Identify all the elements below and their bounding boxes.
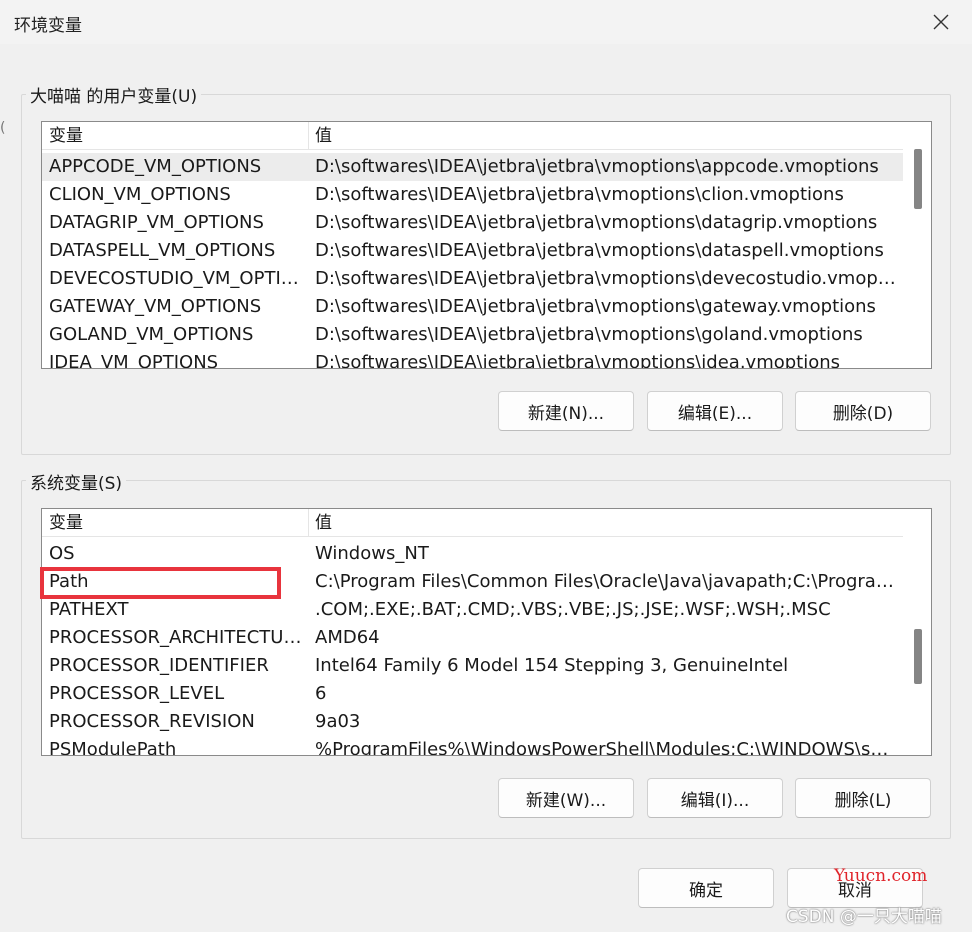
user-new-button[interactable]: 新建(N)... bbox=[498, 391, 634, 431]
variable-value: Intel64 Family 6 Model 154 Stepping 3, G… bbox=[315, 655, 789, 676]
variable-value: C:\Program Files\Common Files\Oracle\Jav… bbox=[315, 571, 897, 592]
table-row[interactable]: DEVECOSTUDIO_VM_OPTIO... D:\softwares\ID… bbox=[42, 265, 903, 293]
variable-value: .COM;.EXE;.BAT;.CMD;.VBS;.VBE;.JS;.JSE;.… bbox=[315, 599, 831, 620]
column-header-value[interactable]: 值 bbox=[308, 122, 903, 150]
close-button[interactable] bbox=[924, 8, 958, 36]
system-variables-label: 系统变量(S) bbox=[26, 469, 127, 494]
variable-name: OS bbox=[49, 543, 75, 564]
list-header: 变量 值 bbox=[42, 122, 903, 150]
column-header-variable[interactable]: 变量 bbox=[42, 509, 308, 537]
variable-name: DATAGRIP_VM_OPTIONS bbox=[49, 212, 264, 233]
variable-value: D:\softwares\IDEA\jetbra\jetbra\vmoption… bbox=[315, 184, 844, 205]
ok-button[interactable]: 确定 bbox=[638, 868, 774, 908]
variable-name: APPCODE_VM_OPTIONS bbox=[49, 156, 262, 177]
vertical-scrollbar[interactable] bbox=[903, 509, 931, 755]
vertical-scrollbar[interactable] bbox=[903, 122, 931, 368]
variable-name: PROCESSOR_ARCHITECTURE bbox=[49, 627, 307, 648]
table-row[interactable]: CLION_VM_OPTIONS D:\softwares\IDEA\jetbr… bbox=[42, 181, 903, 209]
table-row[interactable]: OS Windows_NT bbox=[42, 540, 903, 568]
table-row[interactable]: PROCESSOR_LEVEL 6 bbox=[42, 680, 903, 708]
table-row[interactable]: IDEA_VM_OPTIONS D:\softwares\IDEA\jetbra… bbox=[42, 349, 903, 369]
table-row[interactable]: PATHEXT .COM;.EXE;.BAT;.CMD;.VBS;.VBE;.J… bbox=[42, 596, 903, 624]
table-row[interactable]: APPCODE_VM_OPTIONS D:\softwares\IDEA\jet… bbox=[42, 153, 903, 181]
author-watermark: CSDN @一只大喵喵 bbox=[786, 907, 942, 927]
window-title: 环境变量 bbox=[14, 16, 82, 36]
system-edit-button[interactable]: 编辑(I)... bbox=[647, 778, 783, 818]
close-icon bbox=[933, 14, 949, 30]
variable-name: DATASPELL_VM_OPTIONS bbox=[49, 240, 276, 261]
variable-value: %ProgramFiles%\WindowsPowerShell\Modules… bbox=[315, 739, 897, 756]
user-delete-button[interactable]: 删除(D) bbox=[795, 391, 931, 431]
path-highlight-box bbox=[40, 567, 281, 599]
site-watermark: Yuucn.com bbox=[834, 866, 928, 886]
variable-name: PATHEXT bbox=[49, 599, 129, 620]
user-variables-label: 大喵喵 的用户变量(U) bbox=[26, 82, 202, 107]
variable-value: D:\softwares\IDEA\jetbra\jetbra\vmoption… bbox=[315, 352, 841, 369]
table-row[interactable]: GATEWAY_VM_OPTIONS D:\softwares\IDEA\jet… bbox=[42, 293, 903, 321]
title-bar: 环境变量 bbox=[0, 0, 972, 44]
system-variables-list[interactable]: 变量 值 OS Windows_NT Path C:\Program Files… bbox=[41, 508, 932, 756]
variable-name: GOLAND_VM_OPTIONS bbox=[49, 324, 254, 345]
table-row[interactable]: DATASPELL_VM_OPTIONS D:\softwares\IDEA\j… bbox=[42, 237, 903, 265]
variable-value: D:\softwares\IDEA\jetbra\jetbra\vmoption… bbox=[315, 240, 884, 261]
system-delete-button[interactable]: 删除(L) bbox=[795, 778, 931, 818]
variable-name: PROCESSOR_LEVEL bbox=[49, 683, 225, 704]
variable-name: DEVECOSTUDIO_VM_OPTIO... bbox=[49, 268, 307, 289]
table-row[interactable]: PSModulePath %ProgramFiles%\WindowsPower… bbox=[42, 736, 903, 756]
variable-name: PROCESSOR_IDENTIFIER bbox=[49, 655, 269, 676]
variable-value: 9a03 bbox=[315, 711, 361, 732]
scrollbar-thumb[interactable] bbox=[914, 149, 922, 209]
user-variables-list[interactable]: 变量 值 APPCODE_VM_OPTIONS D:\softwares\IDE… bbox=[41, 121, 932, 369]
scrollbar-thumb[interactable] bbox=[914, 629, 922, 684]
list-header: 变量 值 bbox=[42, 509, 903, 537]
table-row[interactable]: GOLAND_VM_OPTIONS D:\softwares\IDEA\jetb… bbox=[42, 321, 903, 349]
variable-value: AMD64 bbox=[315, 627, 380, 648]
variable-name: IDEA_VM_OPTIONS bbox=[49, 352, 219, 369]
variable-name: PROCESSOR_REVISION bbox=[49, 711, 255, 732]
system-new-button[interactable]: 新建(W)... bbox=[498, 778, 634, 818]
variable-value: D:\softwares\IDEA\jetbra\jetbra\vmoption… bbox=[315, 296, 876, 317]
variable-name: PSModulePath bbox=[49, 739, 177, 756]
variable-value: D:\softwares\IDEA\jetbra\jetbra\vmoption… bbox=[315, 324, 863, 345]
column-header-value[interactable]: 值 bbox=[308, 509, 903, 537]
user-edit-button[interactable]: 编辑(E)... bbox=[647, 391, 783, 431]
column-header-variable[interactable]: 变量 bbox=[42, 122, 308, 150]
table-row[interactable]: PROCESSOR_REVISION 9a03 bbox=[42, 708, 903, 736]
variable-name: GATEWAY_VM_OPTIONS bbox=[49, 296, 262, 317]
table-row[interactable]: DATAGRIP_VM_OPTIONS D:\softwares\IDEA\je… bbox=[42, 209, 903, 237]
table-row[interactable]: PROCESSOR_ARCHITECTURE AMD64 bbox=[42, 624, 903, 652]
variable-value: Windows_NT bbox=[315, 543, 429, 564]
background-edge: ( bbox=[0, 120, 6, 136]
variable-value: 6 bbox=[315, 683, 327, 704]
table-row[interactable]: PROCESSOR_IDENTIFIER Intel64 Family 6 Mo… bbox=[42, 652, 903, 680]
variable-value: D:\softwares\IDEA\jetbra\jetbra\vmoption… bbox=[315, 268, 897, 289]
variable-value: D:\softwares\IDEA\jetbra\jetbra\vmoption… bbox=[315, 156, 879, 177]
variable-value: D:\softwares\IDEA\jetbra\jetbra\vmoption… bbox=[315, 212, 878, 233]
variable-name: CLION_VM_OPTIONS bbox=[49, 184, 231, 205]
